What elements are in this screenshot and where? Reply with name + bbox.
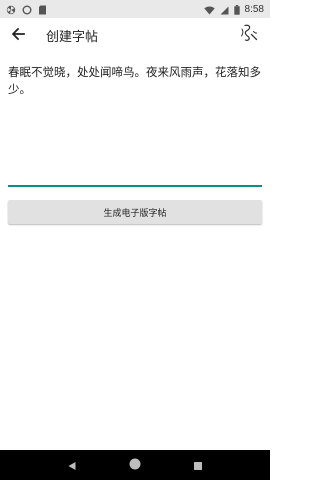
back-triangle-icon (67, 456, 77, 475)
generate-copybook-button[interactable]: 生成电子版字帖 (8, 200, 262, 224)
battery-icon (233, 0, 240, 19)
status-time: 8:58 (244, 3, 264, 15)
poem-text-input[interactable]: 春眠不觉晓，处处闻啼鸟。夜来风雨声，花落知多少。 (8, 62, 262, 186)
page-title: 创建字帖 (46, 29, 99, 45)
calligraphy-icon (239, 23, 259, 47)
input-underline (8, 185, 262, 187)
back-arrow-icon (11, 26, 25, 45)
signal-icon (220, 0, 229, 19)
navigation-bar (0, 450, 270, 480)
status-bar: 8:58 (0, 0, 270, 18)
status-left-icons (6, 0, 47, 19)
back-button[interactable] (0, 18, 36, 52)
nav-recents-button[interactable] (186, 453, 210, 477)
status-right-icons: 8:58 (203, 0, 264, 19)
recents-square-icon (193, 456, 203, 475)
nav-back-button[interactable] (60, 453, 84, 477)
wifi-icon (203, 0, 215, 19)
sd-card-icon (38, 0, 47, 19)
fan-icon (6, 0, 16, 19)
app-bar: 创建字帖 (0, 18, 270, 52)
circle-outline-icon (22, 0, 32, 19)
home-circle-icon (128, 456, 142, 475)
nav-home-button[interactable] (123, 453, 147, 477)
calligraphy-button[interactable] (238, 24, 260, 46)
screen: 8:58 创建字帖 春眠不觉晓，处处闻啼鸟。夜来风雨声，花落知多少。 生成电子版… (0, 0, 270, 480)
